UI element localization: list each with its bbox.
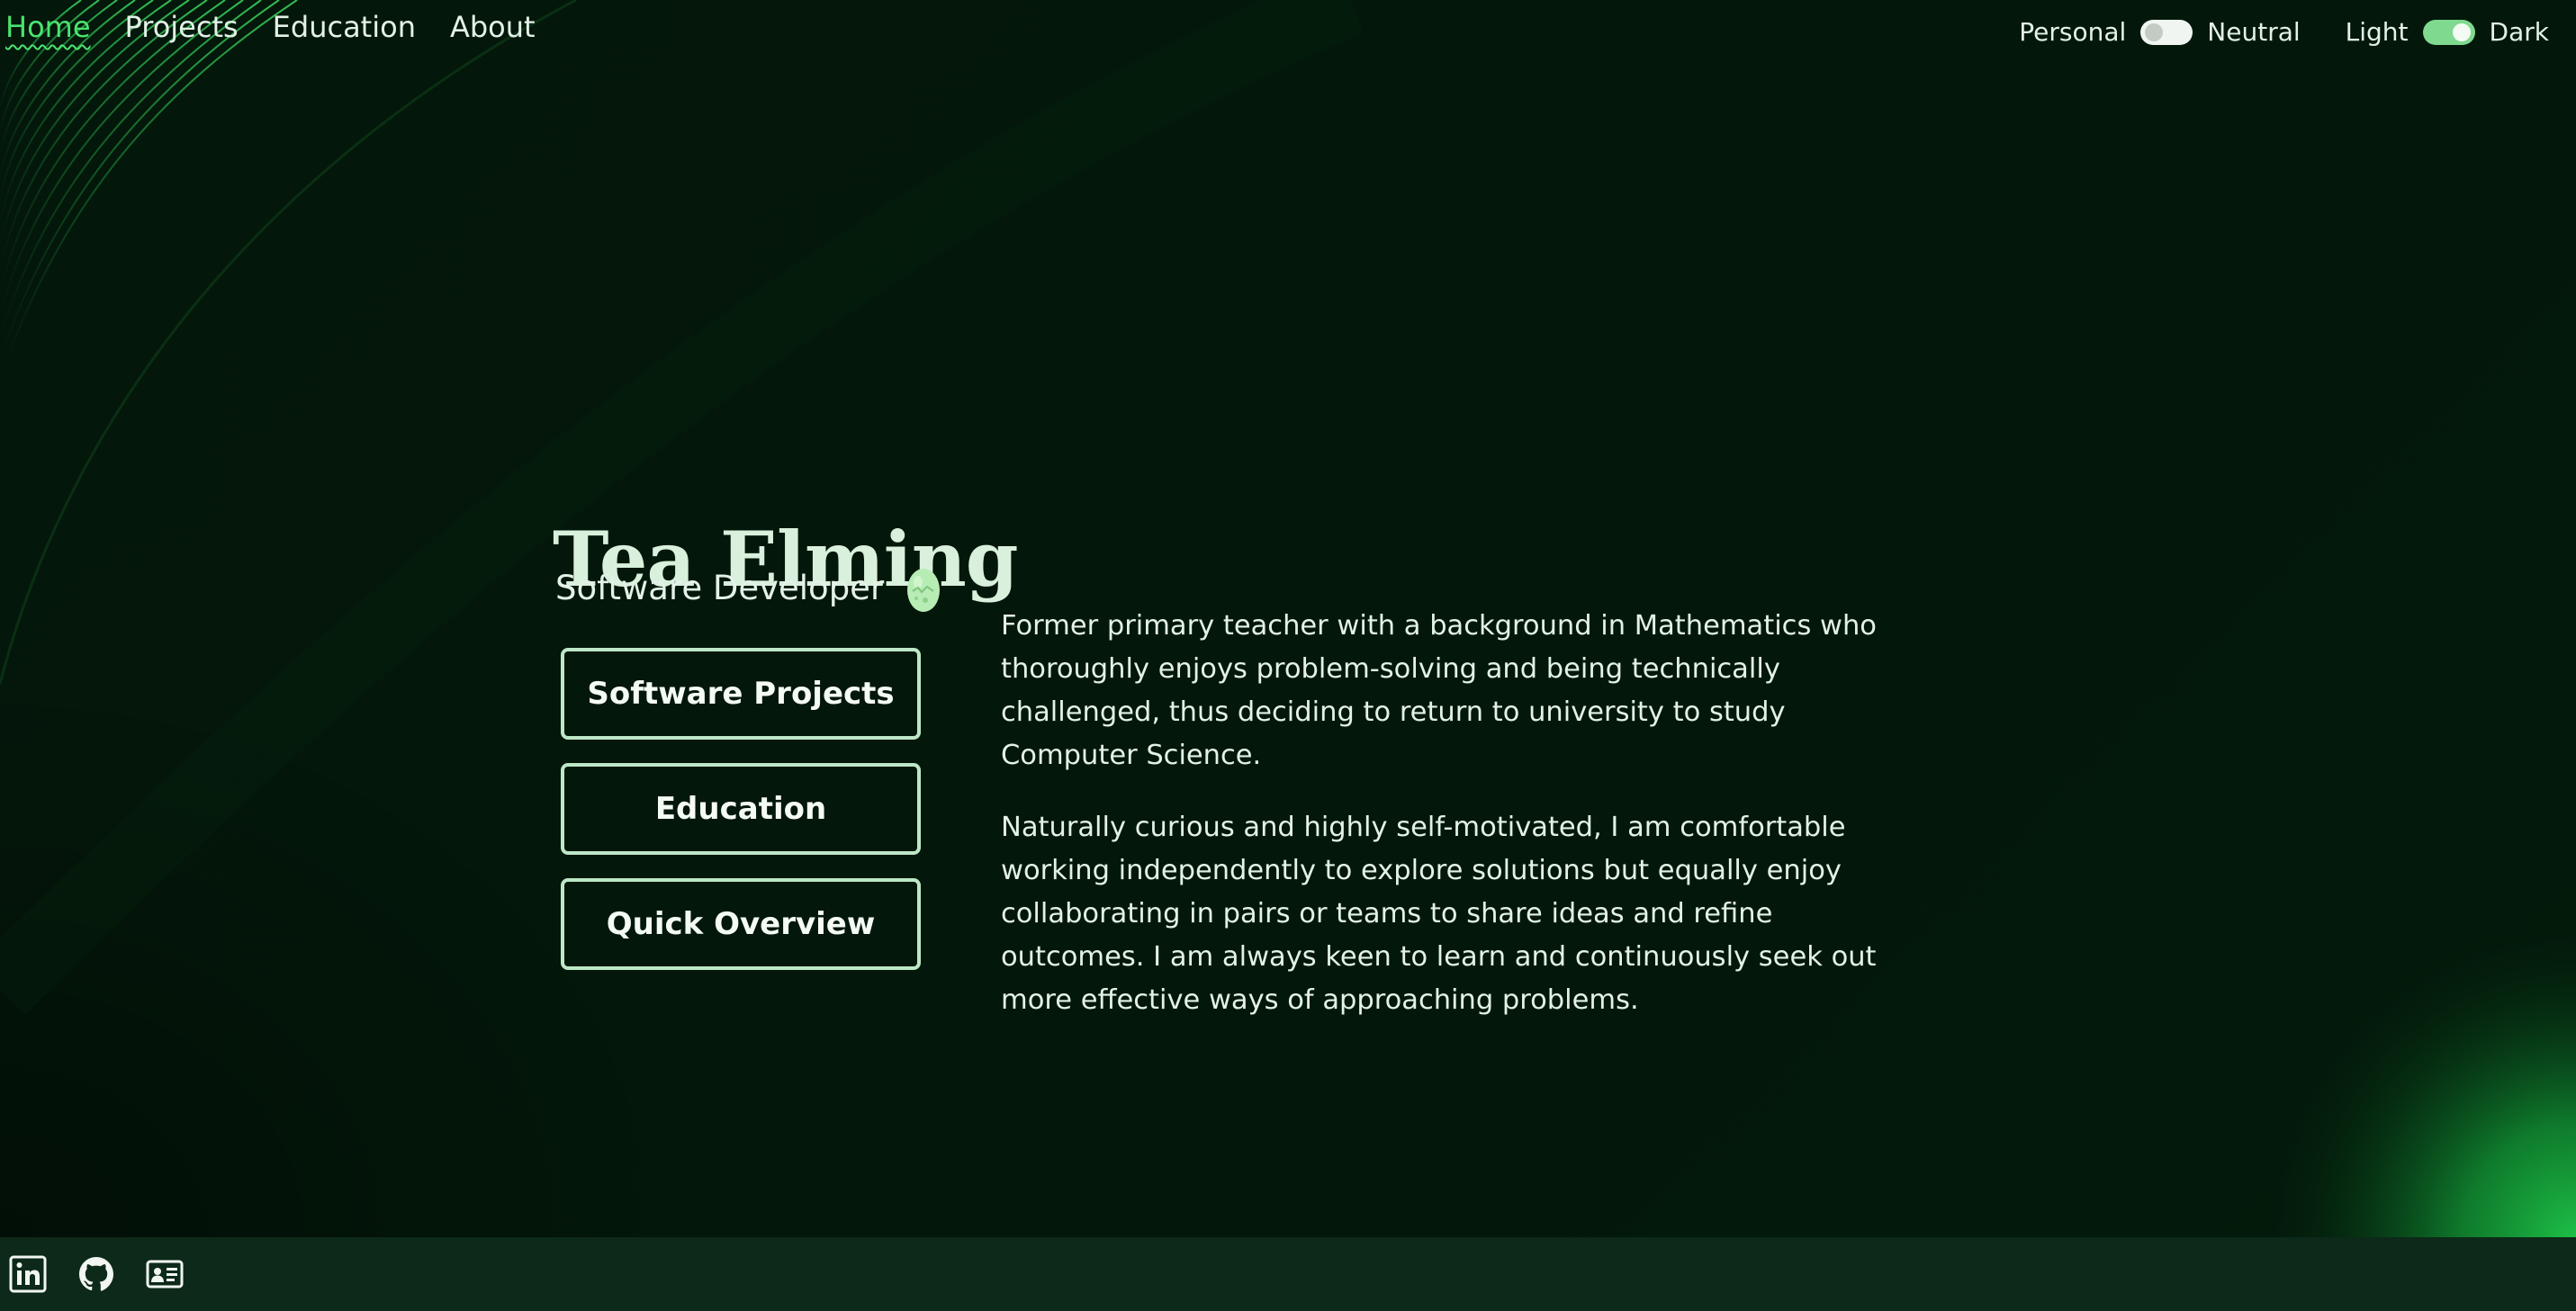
nav-projects[interactable]: Projects	[125, 7, 239, 47]
linkedin-icon	[9, 1255, 47, 1293]
mode-toggle-group: Personal Neutral	[2019, 14, 2300, 50]
education-button[interactable]: Education	[561, 763, 921, 855]
nav-home[interactable]: Home	[5, 7, 91, 47]
switch-knob	[2145, 23, 2164, 41]
contact-card-icon	[146, 1260, 184, 1289]
light-dark-switch[interactable]	[2422, 20, 2475, 45]
role-line: Software Developer	[555, 563, 941, 614]
neutral-label: Neutral	[2207, 17, 2301, 47]
nav-education[interactable]: Education	[273, 7, 416, 47]
bio-paragraph: Former primary teacher with a background…	[1001, 610, 1877, 771]
quick-overview-button[interactable]: Quick Overview	[561, 878, 921, 970]
bio-section: Former primary teacher with a background…	[1001, 605, 1910, 1022]
theme-toggle-group: Light Dark	[2346, 14, 2549, 50]
top-nav: Home Projects Education About	[5, 7, 536, 47]
egg-icon	[907, 569, 941, 612]
bio-paragraph: Naturally curious and highly self-motiva…	[1001, 812, 1877, 1016]
light-label: Light	[2345, 17, 2409, 47]
software-projects-button[interactable]: Software Projects	[561, 648, 921, 740]
personal-label: Personal	[2019, 17, 2127, 47]
github-icon	[79, 1257, 113, 1291]
role-text: Software Developer	[555, 569, 885, 607]
nav-about[interactable]: About	[450, 7, 536, 47]
settings-toggles: Personal Neutral Light Dark	[2019, 14, 2549, 50]
dark-label: Dark	[2489, 17, 2549, 47]
footer	[0, 1237, 2576, 1311]
personal-neutral-switch[interactable]	[2140, 20, 2193, 45]
switch-knob	[2452, 23, 2471, 41]
